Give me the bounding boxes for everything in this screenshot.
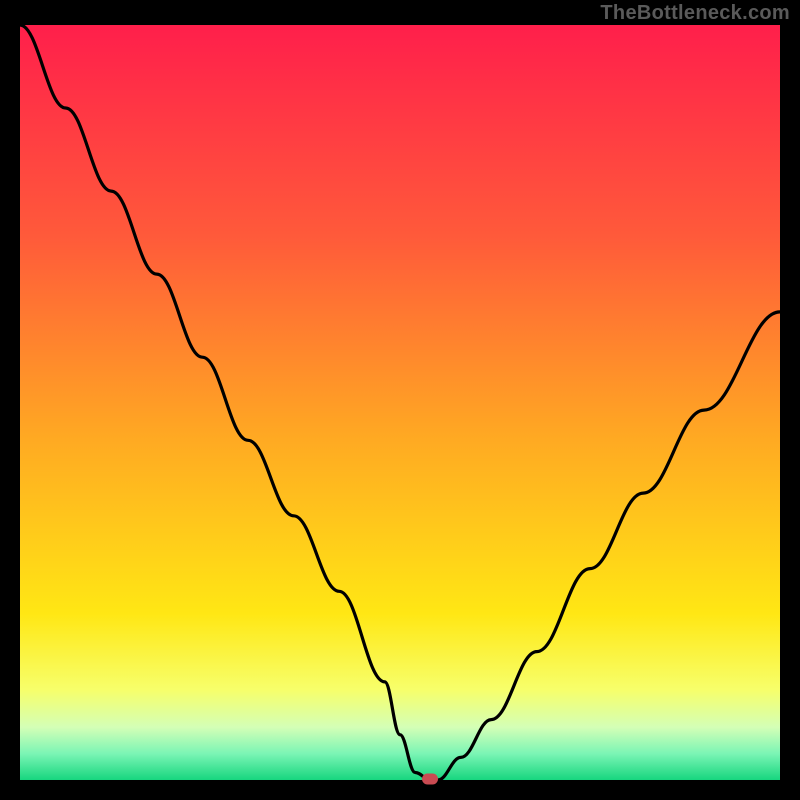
- chart-frame: TheBottleneck.com: [0, 0, 800, 800]
- watermark-text: TheBottleneck.com: [600, 2, 790, 25]
- optimum-marker: [422, 774, 438, 785]
- bottleneck-curve: [20, 25, 780, 780]
- plot-area: [20, 25, 780, 780]
